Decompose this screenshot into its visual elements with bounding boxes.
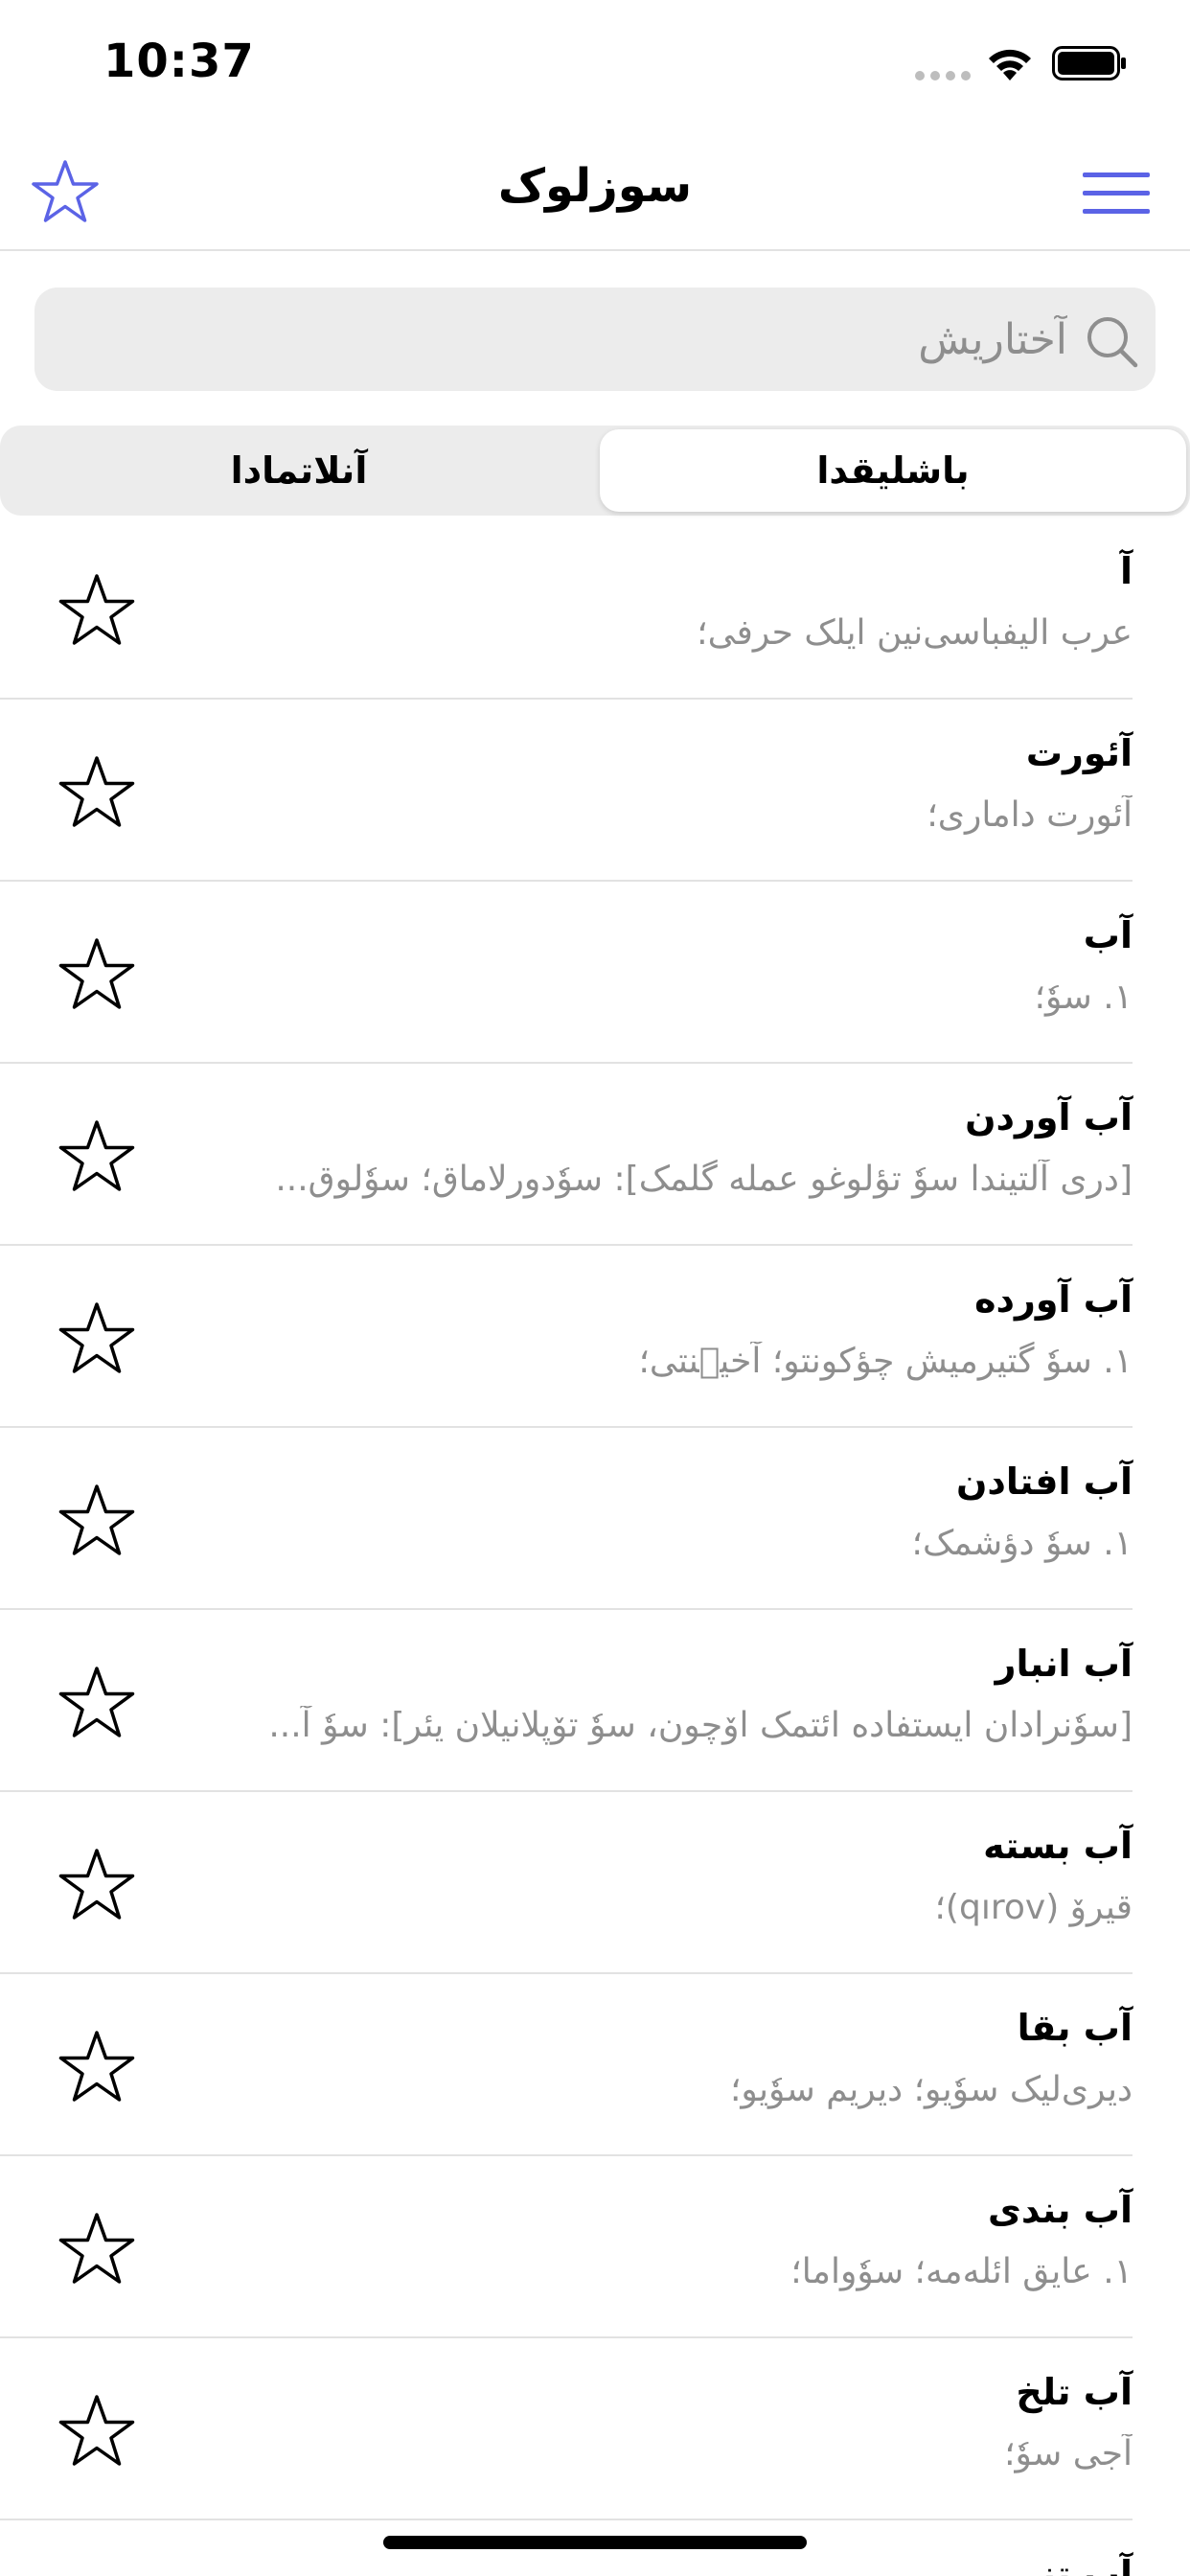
search-icon	[1087, 317, 1138, 368]
entry-word: آب آوردن	[965, 1096, 1133, 1138]
entry-definition: دیری‌لیک سوٗیو؛ دیریم سوٗیو؛	[729, 2070, 1133, 2109]
list-item[interactable]: آب آورده ۱. سوٗ گتیرمیش چؤکونتو؛ آخیٛنتی؛	[0, 1246, 1190, 1428]
favorite-star-icon[interactable]	[56, 1664, 138, 1746]
favorite-star-icon[interactable]	[56, 1117, 138, 1200]
search-input[interactable]	[107, 305, 1069, 374]
favorite-star-icon[interactable]	[56, 2392, 138, 2474]
list-item[interactable]: آب بقا دیری‌لیک سوٗیو؛ دیریم سوٗیو؛	[0, 1974, 1190, 2156]
favorite-star-icon[interactable]	[56, 1300, 138, 1382]
list-item[interactable]: آب بسته قیروٚ (qırov)؛	[0, 1792, 1190, 1974]
list-item[interactable]: آب آوردن [دری آلتیندا سوٗ تؤلوغو عمله گلم…	[0, 1064, 1190, 1246]
hamburger-menu-icon[interactable]	[1081, 167, 1152, 220]
list-item[interactable]: آ عرب الیفباسی‌نین ایلک حرفی؛	[0, 518, 1190, 700]
entry-definition: ۱. سوٗ گتیرمیش چؤکونتو؛ آخیٛنتی؛	[638, 1342, 1133, 1381]
entry-definition: ۱. سوٗ دؤشمک؛	[911, 1524, 1133, 1563]
favorite-star-icon[interactable]	[56, 2028, 138, 2110]
cellular-signal-icon	[915, 71, 971, 80]
favorite-star-icon[interactable]	[56, 935, 138, 1018]
entry-word: آب بسته	[983, 1825, 1133, 1867]
favorite-star-icon[interactable]	[56, 571, 138, 654]
search-mode-segmented-control: باشلیقدا آنلاتمادا	[0, 426, 1190, 516]
entry-word: آب انبار	[995, 1643, 1133, 1685]
favorite-star-icon[interactable]	[56, 2210, 138, 2292]
entry-definition: قیروٚ (qırov)؛	[934, 1888, 1133, 1927]
home-indicator	[383, 2536, 807, 2549]
list-item[interactable]: آب افتادن ۱. سوٗ دؤشمک؛	[0, 1428, 1190, 1610]
list-item[interactable]: آب بندی ۱. عایق ائله‌مه؛ سوٗواما؛	[0, 2156, 1190, 2338]
entry-definition: [دری آلتیندا سوٗ تؤلوغو عمله گلمک]: سوٗد…	[275, 1160, 1133, 1199]
entry-definition: [سوٗنرادان ایستفاده ائتمک اوٚچون، سوٗ تو…	[268, 1706, 1133, 1745]
entry-word: آ	[1119, 550, 1133, 592]
search-bar[interactable]	[34, 288, 1156, 391]
word-list: آ عرب الیفباسی‌نین ایلک حرفی؛ آئورت آئورت د…	[0, 518, 1190, 2576]
entry-definition: ۱. عایق ائله‌مه؛ سوٗواما؛	[790, 2252, 1133, 2291]
entry-definition: آجی سوٗ؛	[1004, 2434, 1133, 2473]
favorite-star-icon[interactable]	[56, 1846, 138, 1928]
favorite-star-icon[interactable]	[56, 1482, 138, 1564]
entry-word: آب آورده	[974, 1278, 1133, 1321]
segment-meaning[interactable]: آنلاتمادا	[6, 429, 592, 512]
list-item[interactable]: آب ۱. سوٗ؛	[0, 882, 1190, 1064]
entry-word: آب تلخ	[1016, 2371, 1133, 2413]
entry-definition: آئورت داماری؛	[927, 795, 1133, 835]
status-time: 10:37	[103, 34, 255, 88]
entry-word: آب بقا	[1017, 2007, 1133, 2049]
list-item[interactable]: آب انبار [سوٗنرادان ایستفاده ائتمک اوٚچون…	[0, 1610, 1190, 1792]
battery-icon	[1052, 46, 1126, 80]
entry-word: آب	[1083, 914, 1133, 956]
entry-definition: ۱. سوٗ؛	[1034, 978, 1133, 1017]
list-item[interactable]: آئورت آئورت داماری؛	[0, 700, 1190, 882]
entry-word: آئورت	[1025, 732, 1133, 774]
navigation-bar: سوزلوک	[0, 134, 1190, 251]
list-item[interactable]: آب تلخ آجی سوٗ؛	[0, 2338, 1190, 2520]
wifi-icon	[989, 49, 1031, 80]
favorite-star-icon[interactable]	[56, 753, 138, 836]
status-bar: 10:37	[0, 0, 1190, 134]
segment-prefix[interactable]: باشلیقدا	[600, 429, 1186, 512]
entry-word: آب تنی	[1005, 2553, 1133, 2576]
entry-word: آب بندی	[988, 2189, 1133, 2231]
entry-word: آب افتادن	[955, 1460, 1133, 1503]
entry-definition: عرب الیفباسی‌نین ایلک حرفی؛	[697, 613, 1133, 653]
page-title: سوزلوک	[497, 159, 693, 213]
